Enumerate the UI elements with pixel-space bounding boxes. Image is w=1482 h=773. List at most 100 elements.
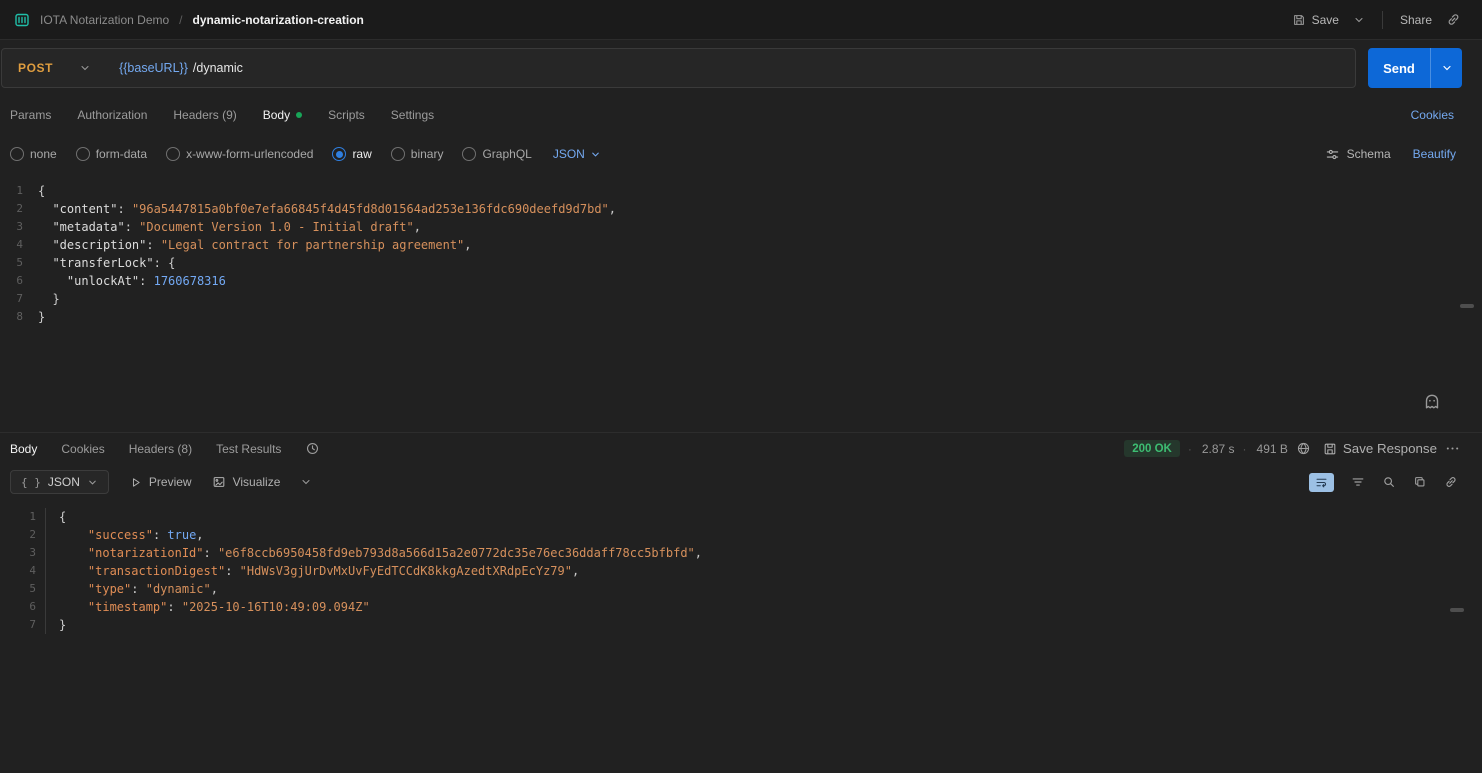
- code-line: 1{: [0, 508, 1448, 526]
- beautify-button[interactable]: Beautify: [1413, 147, 1456, 161]
- code-line: 5 "type": "dynamic",: [0, 580, 1448, 598]
- send-button-group: Send: [1368, 48, 1462, 88]
- body-mode-raw[interactable]: raw: [332, 147, 371, 161]
- top-bar-actions: Save Share: [1285, 6, 1468, 33]
- visualize-label: Visualize: [233, 475, 281, 489]
- postbot-icon[interactable]: [1422, 392, 1442, 412]
- url-variable: {{baseURL}}: [119, 61, 188, 75]
- response-history-icon[interactable]: [305, 441, 320, 456]
- code-line: 5 "transferLock": {: [0, 254, 1456, 272]
- share-button[interactable]: Share: [1393, 7, 1439, 33]
- line-number: 1: [0, 182, 38, 200]
- radio-label: binary: [411, 147, 444, 161]
- body-mode-none[interactable]: none: [10, 147, 57, 161]
- response-tab-body[interactable]: Body: [10, 442, 37, 456]
- request-body-editor[interactable]: 1{2 "content": "96a5447815a0bf0e7efa6684…: [0, 174, 1456, 432]
- code-line: 1{: [0, 182, 1456, 200]
- tab-settings[interactable]: Settings: [391, 108, 434, 122]
- body-mode-form-data[interactable]: form-data: [76, 147, 147, 161]
- response-format-selector[interactable]: { } JSON: [10, 470, 109, 494]
- tab-params[interactable]: Params: [10, 108, 51, 122]
- wrap-text-toggle[interactable]: [1309, 473, 1334, 492]
- chevron-down-icon: [87, 477, 98, 488]
- response-time: 2.87 s: [1188, 442, 1235, 456]
- send-button[interactable]: Send: [1368, 48, 1430, 88]
- language-selector[interactable]: JSON: [553, 147, 601, 161]
- send-options-button[interactable]: [1430, 48, 1462, 88]
- link-icon: [1446, 12, 1461, 27]
- line-number: 5: [0, 254, 38, 272]
- radio-label: none: [30, 147, 57, 161]
- save-label: Save: [1312, 13, 1339, 27]
- line-number: 7: [0, 616, 46, 634]
- play-icon: [129, 476, 142, 489]
- code-line: 3 "notarizationId": "e6f8ccb6950458fd9eb…: [0, 544, 1448, 562]
- link-icon[interactable]: [1444, 475, 1458, 489]
- line-number: 4: [0, 236, 38, 254]
- method-selector[interactable]: POST: [2, 61, 107, 75]
- image-icon: [212, 475, 226, 489]
- network-info-button[interactable]: [1296, 441, 1311, 456]
- body-content-dot: [296, 112, 302, 118]
- tab-scripts[interactable]: Scripts: [328, 108, 365, 122]
- response-tab-headers[interactable]: Headers (8): [129, 442, 192, 456]
- radio-icon: [462, 147, 476, 161]
- line-number: 7: [0, 290, 38, 308]
- radio-icon: [391, 147, 405, 161]
- tab-headers[interactable]: Headers (9): [173, 108, 236, 122]
- radio-selected-icon: [332, 147, 346, 161]
- request-scrollbar-thumb[interactable]: [1460, 304, 1474, 308]
- language-label: JSON: [553, 147, 585, 161]
- radio-icon: [166, 147, 180, 161]
- line-number: 6: [0, 272, 38, 290]
- tab-authorization[interactable]: Authorization: [77, 108, 147, 122]
- save-response-button[interactable]: Save Response: [1323, 441, 1437, 456]
- response-size: 491 B: [1243, 442, 1288, 456]
- search-icon[interactable]: [1382, 475, 1396, 489]
- save-button[interactable]: Save: [1285, 7, 1346, 33]
- tab-body[interactable]: Body: [263, 108, 302, 122]
- chevron-down-icon: [79, 62, 91, 74]
- url-input[interactable]: {{baseURL}} /dynamic: [107, 61, 1355, 75]
- line-number: 1: [0, 508, 46, 526]
- line-number: 6: [0, 598, 46, 616]
- line-number: 2: [0, 526, 46, 544]
- chevron-down-icon: [1441, 62, 1453, 74]
- code-line: 6 "unlockAt": 1760678316: [0, 272, 1456, 290]
- line-number: 5: [0, 580, 46, 598]
- filter-icon[interactable]: [1351, 475, 1365, 489]
- preview-button[interactable]: Preview: [129, 475, 192, 489]
- body-mode-urlencoded[interactable]: x-www-form-urlencoded: [166, 147, 313, 161]
- line-number: 2: [0, 200, 38, 218]
- response-body-viewer: 1{2 "success": true,3 "notarizationId": …: [0, 500, 1448, 773]
- response-tab-cookies[interactable]: Cookies: [61, 442, 104, 456]
- workspace-breadcrumb[interactable]: IOTA Notarization Demo: [40, 13, 169, 27]
- url-path: /dynamic: [193, 61, 243, 75]
- schema-label: Schema: [1347, 147, 1391, 161]
- line-number: 4: [0, 562, 46, 580]
- cookies-link[interactable]: Cookies: [1411, 108, 1472, 122]
- workspace-logo-icon: [14, 12, 30, 28]
- body-mode-binary[interactable]: binary: [391, 147, 444, 161]
- chevron-down-icon: [590, 149, 601, 160]
- visualize-button[interactable]: Visualize: [212, 475, 281, 489]
- code-line: 7 }: [0, 290, 1456, 308]
- top-bar: IOTA Notarization Demo / dynamic-notariz…: [0, 0, 1482, 40]
- save-options-button[interactable]: [1346, 8, 1372, 32]
- response-toolbar-actions: [1309, 473, 1472, 492]
- schema-button[interactable]: Schema: [1325, 147, 1391, 162]
- body-mode-graphql[interactable]: GraphQL: [462, 147, 531, 161]
- code-line: 8}: [0, 308, 1456, 326]
- braces-icon: { }: [21, 476, 41, 489]
- response-format-label: JSON: [48, 475, 80, 489]
- copy-link-button[interactable]: [1439, 6, 1468, 33]
- response-tab-test-results[interactable]: Test Results: [216, 442, 281, 456]
- visualize-options-chevron-icon[interactable]: [300, 476, 312, 488]
- response-scrollbar-thumb[interactable]: [1450, 608, 1464, 612]
- request-name[interactable]: dynamic-notarization-creation: [193, 13, 364, 27]
- copy-icon[interactable]: [1413, 475, 1427, 489]
- more-options-icon[interactable]: [1445, 441, 1460, 456]
- save-response-label: Save Response: [1343, 441, 1437, 456]
- code-line: 2 "success": true,: [0, 526, 1448, 544]
- radio-label: form-data: [96, 147, 147, 161]
